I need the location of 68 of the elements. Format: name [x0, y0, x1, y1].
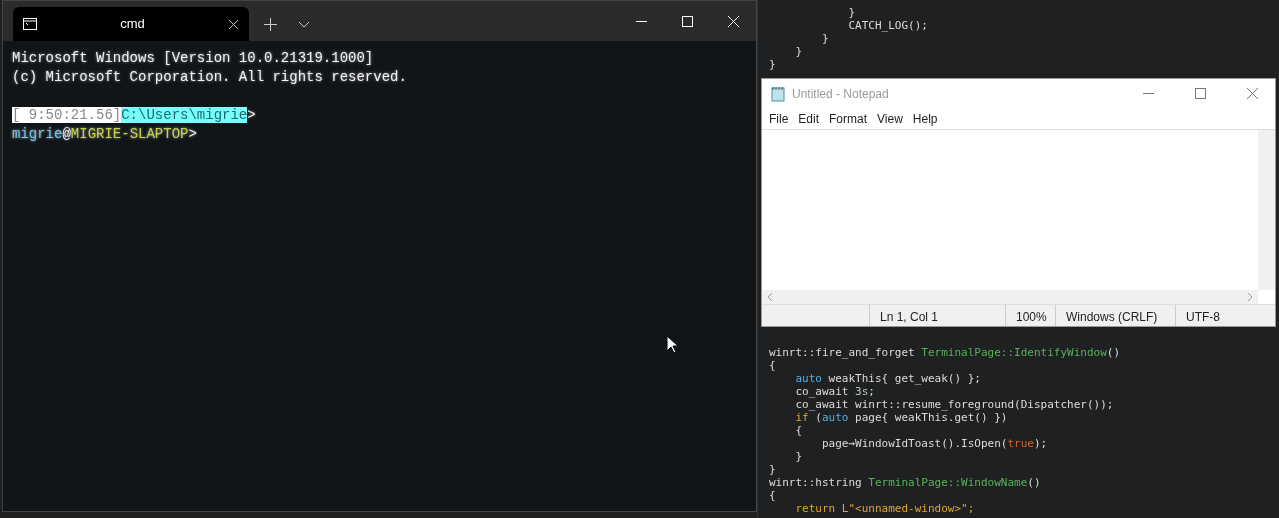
- scrollbar[interactable]: [1258, 130, 1275, 290]
- window-title: Untitled - Notepad: [792, 85, 890, 103]
- scroll-left-icon[interactable]: [766, 292, 774, 302]
- code-text: auto: [822, 411, 849, 424]
- maximize-icon: [1194, 88, 1206, 99]
- status-text: UTF-8: [1175, 305, 1275, 326]
- status-text: Ln 1, Col 1: [869, 305, 1005, 326]
- terminal-text: >: [247, 107, 256, 123]
- code-text: auto: [794, 372, 822, 385]
- code-text: 3s: [855, 385, 869, 398]
- terminal-text: [ 9:50:21.56]: [12, 107, 122, 123]
- code-text: (): [1106, 346, 1120, 359]
- menu-item[interactable]: View: [872, 109, 908, 128]
- code-text: }: [794, 45, 803, 58]
- close-icon[interactable]: [228, 18, 239, 30]
- code-text: );: [1033, 437, 1048, 450]
- close-icon: [727, 15, 739, 27]
- tab[interactable]: cmd: [13, 7, 249, 41]
- code-text: }: [769, 58, 776, 71]
- code-text: co_await: [794, 385, 850, 398]
- menu-item[interactable]: Help: [907, 109, 943, 128]
- code-text: }: [794, 450, 803, 463]
- code-text: page{ weakThis.get() }): [854, 411, 1008, 424]
- terminal-text: C:\Users\migrie: [121, 107, 248, 123]
- code-text: ;: [868, 385, 875, 398]
- code-text: (: [814, 411, 822, 424]
- code-text: (): [1027, 476, 1041, 489]
- code-text: winrt::fire_and_forget: [769, 346, 916, 359]
- code-text: return: [794, 502, 836, 515]
- menu-item[interactable]: File: [764, 109, 794, 128]
- code-text: }: [847, 6, 856, 19]
- close-icon: [1246, 88, 1258, 99]
- minimize-icon: [635, 20, 647, 22]
- code-text: TerminalPage::WindowName: [868, 476, 1028, 489]
- terminal-text: >: [188, 126, 197, 142]
- code-text: page→WindowIdToast().IsOpen(: [820, 437, 1008, 450]
- code-text: true: [1007, 437, 1034, 450]
- code-text: {: [769, 359, 776, 372]
- terminal-text: migrie: [12, 126, 63, 142]
- menu-item[interactable]: Edit: [793, 109, 825, 128]
- tab-label: cmd: [119, 15, 146, 34]
- status-text: 100%: [1005, 305, 1055, 326]
- code-text: winrt::hstring: [769, 476, 863, 489]
- code-text: if: [794, 411, 809, 424]
- code-text: {: [794, 424, 803, 437]
- code-text: }: [769, 463, 776, 476]
- status-text: Windows (CRLF): [1055, 305, 1175, 326]
- terminal-text: Microsoft Windows [Version 10.0.21319.1000]: [12, 50, 374, 66]
- maximize-icon: [681, 15, 693, 27]
- terminal-text: (c) Microsoft Corporation. All rights reserved.: [12, 69, 407, 85]
- code-text: co_await winrt::resume_foreground(Dispatcher());: [794, 398, 1114, 411]
- terminal-icon: [23, 18, 37, 30]
- code-text: TerminalPage::IdentifyWindow: [921, 346, 1107, 359]
- terminal-text: @: [62, 126, 71, 142]
- plus-icon: [263, 17, 277, 31]
- menu-item[interactable]: Format: [824, 109, 873, 128]
- code-text: CATCH_LOG();: [847, 19, 928, 32]
- code-text: }: [820, 32, 829, 45]
- scroll-right-icon[interactable]: [1246, 292, 1254, 302]
- terminal-text: MIGRIE-SLAPTOP: [70, 126, 189, 142]
- mouse-pointer-icon: [666, 335, 678, 354]
- minimize-icon: [1142, 93, 1154, 94]
- code-text: L"<unnamed-window>";: [840, 502, 975, 515]
- caret-icon: [298, 20, 310, 28]
- scrollbar[interactable]: [762, 290, 1258, 304]
- code-text: weakThis{ get_weak() };: [827, 372, 981, 385]
- notepad-icon: [770, 85, 786, 102]
- code-text: {: [769, 489, 776, 502]
